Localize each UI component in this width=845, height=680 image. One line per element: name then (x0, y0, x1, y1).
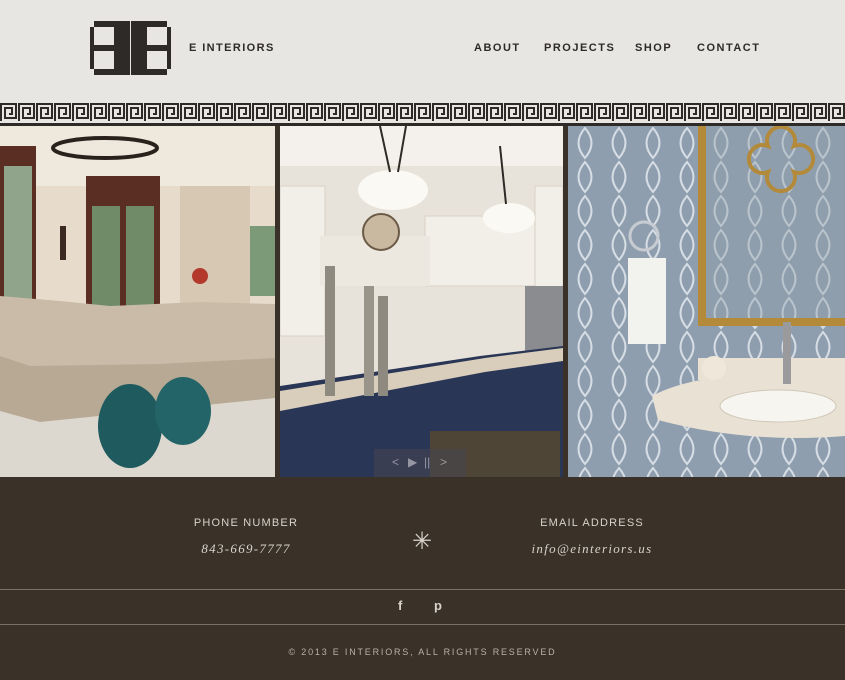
email-address[interactable]: info@einteriors.us (492, 541, 692, 557)
phone-number[interactable]: 843-669-7777 (146, 541, 346, 557)
pinterest-icon[interactable]: p (434, 598, 442, 613)
nav-about[interactable]: ABOUT (474, 42, 521, 54)
footer-divider (0, 589, 845, 590)
slider-prev-button[interactable]: < (392, 455, 399, 469)
slider-play-button[interactable]: ▶ (408, 455, 417, 469)
logo-mark-icon (90, 21, 171, 75)
bathroom-photo (568, 126, 845, 477)
facebook-icon[interactable]: f (398, 598, 402, 613)
copyright: © 2013 E INTERIORS, ALL RIGHTS RESERVED (288, 647, 557, 657)
living-room-photo (0, 126, 275, 477)
email-label: EMAIL ADDRESS (540, 517, 644, 529)
image-gallery[interactable] (0, 126, 845, 477)
nav-shop[interactable]: SHOP (635, 42, 672, 54)
site-footer: PHONE NUMBER 843-669-7777 ✳ EMAIL ADDRES… (0, 477, 845, 680)
footer-divider (0, 624, 845, 625)
gallery-divider (563, 126, 568, 477)
nav-projects[interactable]: PROJECTS (544, 42, 615, 54)
brand-name[interactable]: E INTERIORS (189, 42, 275, 54)
logo[interactable] (90, 21, 171, 75)
phone-label: PHONE NUMBER (193, 517, 299, 529)
nav-contact[interactable]: CONTACT (697, 42, 760, 54)
site-header: E INTERIORS ABOUT PROJECTS SHOP CONTACT (0, 0, 845, 100)
slider-next-button[interactable]: > (440, 455, 447, 469)
slider-pause-button[interactable]: || (424, 455, 430, 469)
kitchen-photo (280, 126, 563, 477)
slider-controls: < ▶ || > (374, 449, 466, 477)
asterisk-icon: ✳ (412, 528, 433, 555)
greek-key-border (0, 100, 845, 126)
gallery-divider (275, 126, 280, 477)
